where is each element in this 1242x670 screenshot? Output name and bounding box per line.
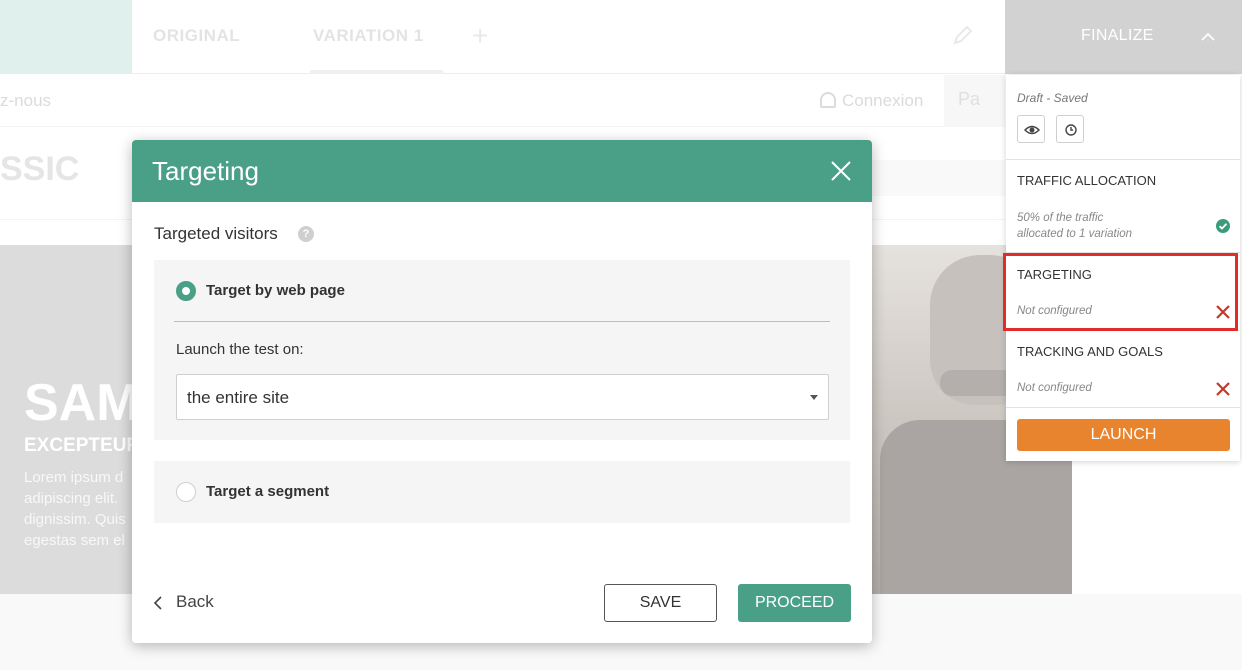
- back-button[interactable]: Back: [176, 592, 214, 612]
- help-icon[interactable]: ?: [298, 226, 314, 242]
- modal-header: Targeting: [132, 140, 872, 202]
- option-divider: [174, 321, 830, 322]
- preview-button[interactable]: [1017, 115, 1045, 143]
- option-segment-panel: Target a segment: [154, 461, 850, 523]
- panel-divider: [1006, 407, 1240, 408]
- traffic-note-line: allocated to 1 variation: [1017, 228, 1133, 240]
- launch-scope-value: the entire site: [187, 388, 290, 407]
- close-icon[interactable]: [830, 160, 852, 182]
- finalize-toggle[interactable]: FINALIZE: [1005, 0, 1242, 74]
- clock-icon: [1065, 124, 1077, 136]
- modal-title: Targeting: [152, 156, 259, 186]
- option-web-page-panel: Target by web page Launch the test on: t…: [154, 260, 850, 440]
- eye-icon: [1024, 125, 1040, 135]
- chevron-up-icon: [1201, 32, 1215, 41]
- targeted-visitors-heading: Targeted visitors: [154, 224, 278, 243]
- radio-target-web-page[interactable]: [176, 281, 196, 301]
- draft-status: Draft - Saved: [1017, 91, 1088, 105]
- option-web-page-label[interactable]: Target by web page: [206, 282, 345, 299]
- launch-button[interactable]: LAUNCH: [1017, 419, 1230, 451]
- proceed-button[interactable]: PROCEED: [738, 584, 851, 622]
- option-segment-label[interactable]: Target a segment: [206, 483, 329, 500]
- chevron-left-icon[interactable]: [152, 595, 164, 611]
- targeting-highlight-box: [1003, 253, 1238, 331]
- traffic-note-line: 50% of the traffic: [1017, 212, 1104, 224]
- radio-target-segment[interactable]: [176, 482, 196, 502]
- caret-down-icon: [810, 395, 818, 400]
- section-tracking-title[interactable]: TRACKING AND GOALS: [1017, 344, 1163, 359]
- panel-divider: [1006, 159, 1240, 160]
- launch-on-label: Launch the test on:: [176, 341, 304, 358]
- section-tracking-note: Not configured: [1017, 382, 1092, 394]
- section-traffic-note: 50% of the traffic allocated to 1 variat…: [1017, 210, 1132, 242]
- schedule-button[interactable]: [1056, 115, 1084, 143]
- save-button[interactable]: SAVE: [604, 584, 717, 622]
- check-circle-icon: [1216, 219, 1230, 233]
- targeting-modal: Targeting Targeted visitors ? Target by …: [132, 140, 872, 643]
- section-traffic-title[interactable]: TRAFFIC ALLOCATION: [1017, 173, 1156, 188]
- launch-scope-select[interactable]: the entire site: [176, 374, 829, 420]
- finalize-label: FINALIZE: [1081, 27, 1154, 44]
- error-x-icon: [1216, 382, 1230, 396]
